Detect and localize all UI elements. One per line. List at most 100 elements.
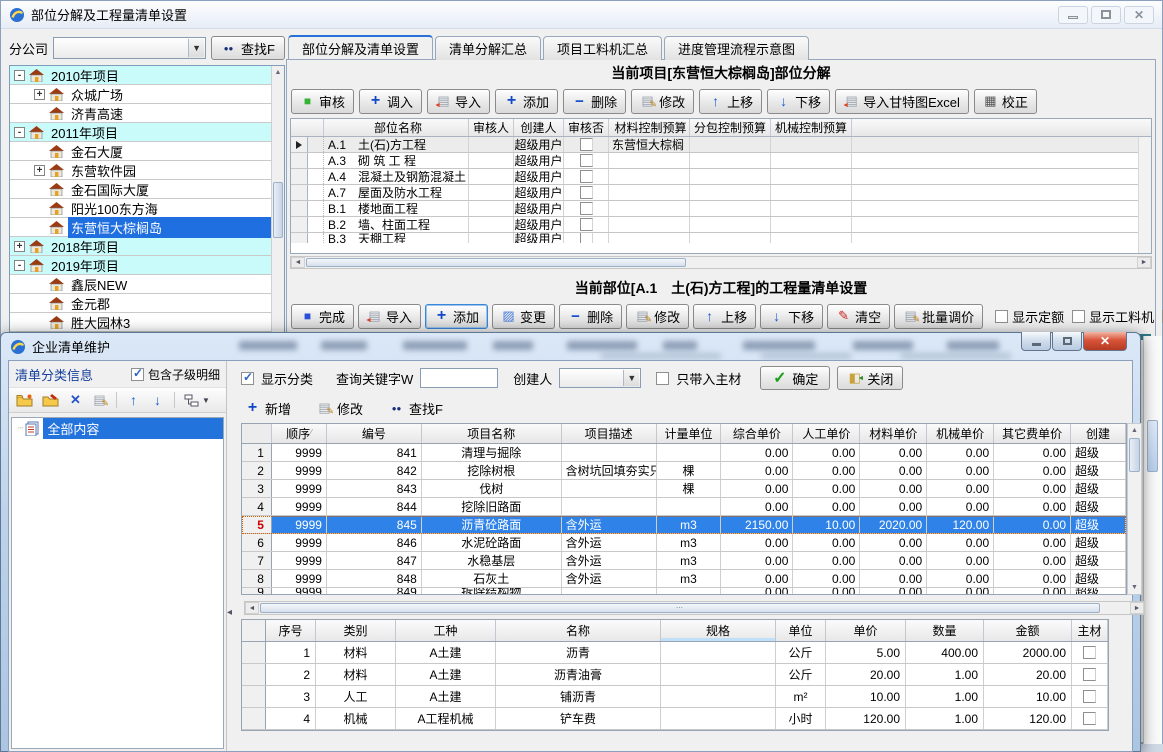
audit-checkbox[interactable] — [580, 170, 593, 183]
include-sub-checkbox[interactable] — [131, 368, 144, 381]
layout-icon[interactable]: ▼ — [184, 394, 210, 407]
tree-toggle[interactable] — [34, 279, 45, 290]
toolbar-button[interactable]: 查找F — [389, 399, 443, 418]
part-row[interactable]: A.4 混凝土及钢筋混凝土 超级用户 — [291, 169, 1151, 185]
tree-item[interactable]: 金元郡 — [10, 294, 284, 313]
find-button[interactable]: 查找F — [211, 36, 285, 60]
list-row[interactable]: 1 9999 841 清理与掘除 0.00 0.00 0.00 0.00 0.0… — [242, 444, 1126, 462]
tree-item[interactable]: - 2019年项目 — [10, 256, 284, 275]
move-up-icon[interactable] — [126, 393, 141, 408]
maximize-icon[interactable] — [1052, 332, 1082, 351]
column-header[interactable]: 人工单价 — [793, 424, 860, 443]
toolbar-button[interactable]: 删除 — [559, 304, 622, 329]
main-material-checkbox[interactable] — [1083, 646, 1096, 659]
branch-combobox[interactable]: ▼ — [53, 37, 206, 59]
toolbar-button[interactable]: 添加 — [425, 304, 488, 329]
column-header[interactable]: 其它费单价 — [994, 424, 1071, 443]
column-header[interactable]: 计量单位 — [657, 424, 722, 443]
row-selector[interactable] — [291, 153, 308, 168]
part-row[interactable]: B.1 楼地面工程 超级用户 — [291, 201, 1151, 217]
list-row[interactable]: 3 9999 843 伐树 棵 0.00 0.00 0.00 0.00 0.00… — [242, 480, 1126, 498]
tree-item[interactable]: + 2018年项目 — [10, 237, 284, 256]
main-material-checkbox[interactable] — [1083, 690, 1096, 703]
toolbar-button[interactable]: 导入甘特图Excel — [835, 89, 969, 114]
parts-grid-scrollbar[interactable] — [1138, 137, 1151, 253]
column-header[interactable]: 项目名称 — [422, 424, 562, 443]
move-down-icon[interactable] — [150, 393, 165, 408]
toolbar-button[interactable]: 导入 — [358, 304, 421, 329]
new-folder-icon[interactable] — [16, 394, 33, 407]
chevron-down-icon[interactable]: ▼ — [623, 370, 639, 386]
column-header[interactable]: 顺序 — [272, 424, 327, 443]
list-row[interactable]: 2 9999 842 挖除树根 含树坑回填夯实只 棵 0.00 0.00 0.0… — [242, 462, 1126, 480]
creator-combobox[interactable]: ▼ — [559, 368, 641, 388]
list-grid-hscrollbar[interactable]: ◄ ► ⋯ — [244, 601, 1145, 615]
tree-toggle[interactable]: - — [14, 70, 25, 81]
tab[interactable]: 项目工料机汇总 — [543, 36, 662, 60]
scroll-up-icon[interactable]: ▲ — [1128, 424, 1141, 437]
tree-item[interactable]: 济青高速 — [10, 104, 284, 123]
detail-row[interactable]: 4 机械 A工程机械 铲车费 小时 120.00 1.00 120.00 — [242, 708, 1108, 730]
display-option[interactable]: 显示工料机 — [1072, 307, 1154, 326]
tree-toggle[interactable] — [34, 184, 45, 195]
part-row[interactable]: B.2 墙、柱面工程 超级用户 — [291, 217, 1151, 233]
tab[interactable]: 清单分解汇总 — [435, 36, 541, 60]
ok-button[interactable]: 确定 — [760, 366, 830, 390]
list-row[interactable]: 4 9999 844 挖除旧路面 0.00 0.00 0.00 0.00 0.0… — [242, 498, 1126, 516]
tree-item[interactable]: 胜大园林3 — [10, 313, 284, 332]
display-option[interactable]: 显示定额 — [995, 307, 1064, 326]
toolbar-button[interactable]: 修改 — [626, 304, 689, 329]
toolbar-button[interactable]: 下移 — [760, 304, 823, 329]
part-row[interactable]: B.3 天棚工程 超级用户 — [291, 233, 1151, 243]
detail-row[interactable]: 2 材料 A土建 沥青油膏 公斤 20.00 1.00 20.00 — [242, 664, 1108, 686]
toolbar-button[interactable]: 修改 — [317, 399, 363, 418]
close-icon[interactable]: ✕ — [1124, 6, 1154, 24]
row-selector[interactable] — [291, 185, 308, 200]
part-row[interactable]: A.7 屋面及防水工程 超级用户 — [291, 185, 1151, 201]
part-row[interactable]: A.3 砌 筑 工 程 超级用户 — [291, 153, 1151, 169]
audit-checkbox[interactable] — [580, 233, 593, 243]
list-row[interactable]: 9 9999 849 拆除结构物 0.00 0.00 0.00 0.00 0.0… — [242, 588, 1126, 595]
tab[interactable]: 进度管理流程示意图 — [664, 36, 809, 60]
part-row[interactable]: A.1 土(石)方工程 超级用户 东营恒大棕榈 — [291, 137, 1151, 153]
row-selector[interactable] — [291, 169, 308, 184]
detail-row[interactable]: 3 人工 A土建 铺沥青 m² 10.00 1.00 10.00 — [242, 686, 1108, 708]
toolbar-button[interactable]: 修改 — [631, 89, 694, 114]
tab[interactable]: 部位分解及清单设置 — [288, 35, 433, 59]
row-selector[interactable] — [291, 201, 308, 216]
toolbar-button[interactable]: 调入 — [359, 89, 422, 114]
toolbar-button[interactable]: 校正 — [974, 89, 1037, 114]
column-header[interactable]: 创建 — [1071, 424, 1126, 443]
toolbar-button[interactable]: 上移 — [693, 304, 756, 329]
panel-splitter[interactable]: ◂ — [227, 361, 235, 751]
tree-toggle[interactable] — [34, 298, 45, 309]
toolbar-button[interactable]: 导入 — [427, 89, 490, 114]
audit-checkbox[interactable] — [580, 154, 593, 167]
toolbar-button[interactable]: 变更 — [492, 304, 555, 329]
tree-item[interactable]: + 东营软件园 — [10, 161, 284, 180]
row-selector[interactable] — [291, 217, 308, 232]
close-icon[interactable]: ✕ — [1083, 332, 1127, 351]
tree-root-item[interactable]: ┄ 全部内容 — [12, 418, 223, 438]
toolbar-button[interactable]: 审核 — [291, 89, 354, 114]
tree-toggle[interactable] — [34, 146, 45, 157]
list-row[interactable]: 8 9999 848 石灰土 含外运 m3 0.00 0.00 0.00 0.0… — [242, 570, 1126, 588]
list-row[interactable]: 5 9999 845 沥青砼路面 含外运 m3 2150.00 10.00 20… — [242, 516, 1126, 534]
toolbar-button[interactable]: 删除 — [563, 89, 626, 114]
main-material-checkbox[interactable] — [1083, 668, 1096, 681]
scroll-right-icon[interactable]: ► — [1137, 257, 1151, 268]
tree-item[interactable]: 东营恒大棕榈岛 — [10, 218, 284, 237]
tree-toggle[interactable] — [34, 317, 45, 328]
toolbar-button[interactable]: 添加 — [495, 89, 558, 114]
show-category-checkbox[interactable] — [241, 372, 254, 385]
chevron-down-icon[interactable]: ▼ — [188, 39, 204, 57]
collapse-left-icon[interactable]: ◂ — [227, 607, 232, 618]
toolbar-button[interactable]: 新增 — [245, 399, 291, 418]
tree-item[interactable]: + 众城广场 — [10, 85, 284, 104]
main-material-checkbox[interactable] — [1083, 712, 1096, 725]
tree-toggle[interactable]: + — [34, 89, 45, 100]
tree-item[interactable]: 鑫辰NEW — [10, 275, 284, 294]
column-header[interactable]: 综合单价 — [721, 424, 793, 443]
tree-toggle[interactable] — [34, 203, 45, 214]
option-checkbox[interactable] — [995, 310, 1008, 323]
